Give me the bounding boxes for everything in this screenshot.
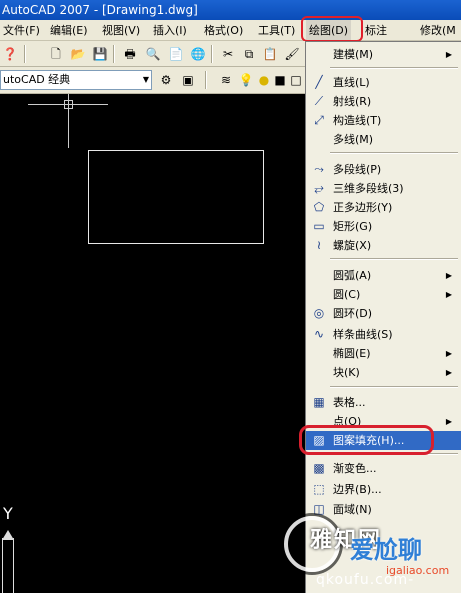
- help-icon[interactable]: ❓: [2, 46, 18, 62]
- helix-icon: ≀: [316, 238, 322, 252]
- menu-insert[interactable]: 插入(I): [150, 20, 190, 41]
- gradient-icon: ▩: [313, 461, 325, 475]
- submenu-arrow-icon: ▶: [445, 417, 452, 426]
- polygon-icon: ⬠: [313, 200, 325, 214]
- table-icon: ▦: [313, 395, 325, 409]
- layer-lock-icon[interactable]: ■: [272, 72, 288, 88]
- menu-separator: [330, 67, 458, 69]
- 3d-polyline-icon: ⥂: [314, 181, 324, 195]
- menu-item-3d-polyline[interactable]: ⥂ 三维多段线(3): [306, 179, 461, 198]
- chevron-down-icon[interactable]: ▼: [143, 71, 149, 89]
- menu-tools[interactable]: 工具(T): [255, 20, 298, 41]
- menu-bar: 文件(F) 编辑(E) 视图(V) 插入(I) 格式(O) 工具(T) 绘图(D…: [0, 20, 461, 41]
- line-icon: ╱: [315, 75, 323, 89]
- paste-icon[interactable]: 📋: [262, 46, 278, 62]
- ucs-y-axis-icon: [2, 530, 14, 593]
- workspace-combo-value: utoCAD 经典: [3, 73, 71, 86]
- menu-file[interactable]: 文件(F): [0, 20, 43, 41]
- menu-item-ray[interactable]: ⟋ 射线(R): [306, 92, 461, 111]
- submenu-arrow-icon: ▶: [445, 50, 452, 59]
- menu-dimension[interactable]: 标注: [362, 20, 390, 41]
- workspace-save-icon[interactable]: ▣: [180, 72, 196, 88]
- publish-icon[interactable]: 📄: [168, 46, 184, 62]
- submenu-arrow-icon: ▶: [445, 271, 452, 280]
- watermark: 雅知网 爱尬聊 igaliao.com qkoufu.com-: [280, 510, 461, 593]
- toolbar-separator: [24, 45, 26, 63]
- draw-menu-annotation: [301, 16, 363, 42]
- menu-item-table[interactable]: ▦ 表格...: [306, 393, 461, 412]
- cut-icon[interactable]: ✂: [220, 46, 236, 62]
- menu-view[interactable]: 视图(V): [99, 20, 143, 41]
- menu-modify[interactable]: 修改(M: [417, 20, 459, 41]
- match-properties-icon[interactable]: 🖌: [284, 46, 300, 62]
- submenu-arrow-icon: ▶: [445, 349, 452, 358]
- plot-preview-icon[interactable]: 🔍: [145, 46, 161, 62]
- menu-item-circle[interactable]: 圆(C) ▶: [306, 285, 461, 304]
- drawing-canvas[interactable]: Y: [0, 94, 305, 593]
- layer-color-icon[interactable]: □: [288, 72, 304, 88]
- menu-separator: [330, 152, 458, 154]
- rectangle-icon: ▭: [313, 219, 325, 233]
- ray-icon: ⟋: [314, 94, 324, 108]
- watermark-brand-2: 爱尬聊: [350, 536, 422, 564]
- menu-item-rectangle[interactable]: ▭ 矩形(G): [306, 217, 461, 236]
- xline-icon: ⤢: [314, 113, 324, 127]
- menu-item-arc[interactable]: 圆弧(A) ▶: [306, 266, 461, 285]
- crosshair-pickbox: [64, 100, 73, 109]
- menu-item-block[interactable]: 块(K) ▶: [306, 363, 461, 382]
- hatch-annotation: [299, 425, 434, 455]
- print-icon[interactable]: 🖶: [122, 46, 138, 62]
- window-title: AutoCAD 2007 - [Drawing1.dwg]: [0, 0, 461, 20]
- menu-separator: [330, 258, 458, 260]
- menu-item-line[interactable]: ╱ 直线(L): [306, 73, 461, 92]
- menu-item-helix[interactable]: ≀ 螺旋(X): [306, 236, 461, 255]
- donut-icon: ◎: [313, 306, 325, 320]
- drawn-rectangle[interactable]: [88, 150, 264, 244]
- watermark-url-2: qkoufu.com-: [316, 572, 415, 588]
- menu-item-modeling[interactable]: 建模(M) ▶: [306, 45, 461, 64]
- new-file-icon[interactable]: 🗋: [48, 46, 64, 62]
- menu-item-xline[interactable]: ⤢ 构造线(T): [306, 111, 461, 130]
- spline-icon: ∿: [313, 327, 325, 341]
- polyline-icon: ⤳: [314, 162, 324, 176]
- menu-item-polyline[interactable]: ⤳ 多段线(P): [306, 160, 461, 179]
- ucs-y-label: Y: [3, 504, 13, 523]
- menu-item-multiline[interactable]: 多线(M): [306, 130, 461, 149]
- layer-on-icon[interactable]: 💡: [238, 72, 254, 88]
- submenu-arrow-icon: ▶: [445, 368, 452, 377]
- open-file-icon[interactable]: 📂: [70, 46, 86, 62]
- save-icon[interactable]: 💾: [92, 46, 108, 62]
- menu-item-polygon[interactable]: ⬠ 正多边形(Y): [306, 198, 461, 217]
- menu-item-donut[interactable]: ◎ 圆环(D): [306, 304, 461, 323]
- layer-freeze-icon[interactable]: ●: [256, 72, 272, 88]
- toolbar-separator: [113, 45, 115, 63]
- menu-item-spline[interactable]: ∿ 样条曲线(S): [306, 325, 461, 344]
- 3d-dwf-icon[interactable]: 🌐: [190, 46, 206, 62]
- workspace-combo[interactable]: utoCAD 经典 ▼: [0, 70, 152, 90]
- menu-item-ellipse[interactable]: 椭圆(E) ▶: [306, 344, 461, 363]
- submenu-arrow-icon: ▶: [445, 290, 452, 299]
- menu-separator: [330, 386, 458, 388]
- menu-format[interactable]: 格式(O): [201, 20, 246, 41]
- menu-item-boundary[interactable]: ⬚ 边界(B)...: [306, 480, 461, 499]
- menu-edit[interactable]: 编辑(E): [47, 20, 91, 41]
- boundary-icon: ⬚: [313, 482, 325, 496]
- toolbar-separator: [205, 71, 207, 89]
- toolbar-separator: [211, 45, 213, 63]
- layer-manager-icon[interactable]: ≋: [218, 72, 234, 88]
- copy-icon[interactable]: ⧉: [241, 46, 257, 62]
- menu-item-gradient[interactable]: ▩ 渐变色...: [306, 459, 461, 478]
- workspace-settings-icon[interactable]: ⚙: [158, 72, 174, 88]
